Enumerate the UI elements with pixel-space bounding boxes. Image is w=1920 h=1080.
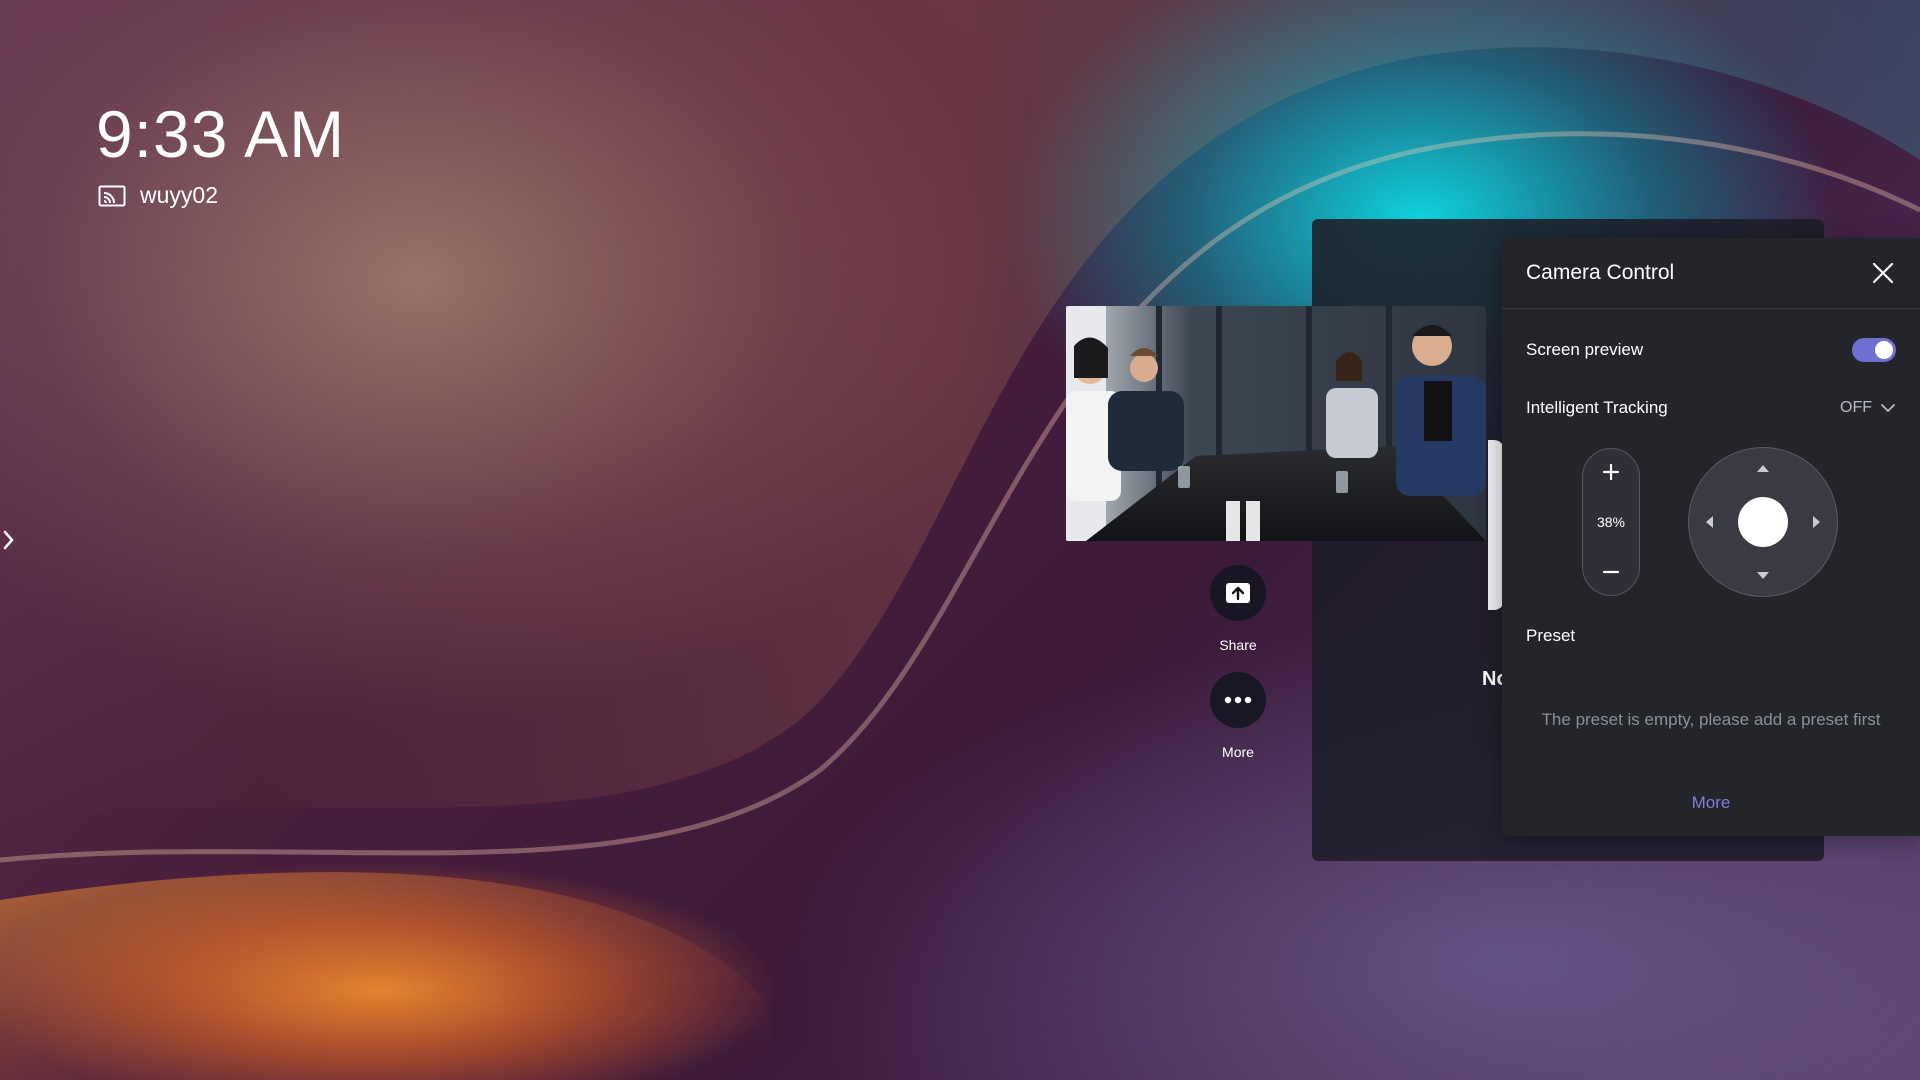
camera-control-panel: Camera Control Screen preview Intelligen… (1502, 238, 1920, 836)
device-info: wuyy02 (98, 182, 218, 209)
zoom-out-button[interactable] (1596, 557, 1626, 587)
plus-icon (1602, 463, 1620, 481)
clock-time: 9:33 AM (96, 97, 346, 171)
tracking-value: OFF (1840, 399, 1872, 416)
zoom-in-button[interactable] (1596, 457, 1626, 487)
pan-left-arrow-icon[interactable] (1701, 514, 1717, 530)
camera-control-header: Camera Control (1502, 238, 1920, 309)
more-button[interactable] (1210, 672, 1266, 728)
camera-control-title: Camera Control (1526, 261, 1675, 284)
desktop-screen: 9:33 AM wuyy02 No Share More Camera Cont… (0, 0, 1920, 1080)
chevron-down-icon (1881, 404, 1895, 413)
share-label: Share (1219, 637, 1257, 653)
more-action[interactable]: More (1178, 672, 1298, 760)
more-link[interactable]: More (1502, 793, 1920, 813)
zoom-value: 38% (1596, 514, 1626, 530)
more-label: More (1222, 744, 1254, 760)
intelligent-tracking-dropdown[interactable]: OFF (1840, 399, 1896, 417)
chevron-right-icon (3, 530, 14, 550)
pan-down-arrow-icon[interactable] (1755, 568, 1771, 584)
intelligent-tracking-row: Intelligent Tracking OFF (1526, 398, 1896, 418)
share-action[interactable]: Share (1178, 565, 1298, 653)
screen-preview-row: Screen preview (1526, 338, 1896, 362)
screen-preview-label: Screen preview (1526, 340, 1644, 359)
close-icon[interactable] (1870, 260, 1896, 286)
share-upload-icon (1226, 583, 1250, 603)
dpad-center-button[interactable] (1738, 497, 1788, 547)
zoom-control: 38% (1582, 448, 1640, 596)
minus-icon (1602, 570, 1620, 574)
pan-right-arrow-icon[interactable] (1809, 514, 1825, 530)
sidebar-expand-handle[interactable] (0, 505, 24, 575)
device-name: wuyy02 (140, 182, 218, 208)
pan-tilt-dpad (1688, 447, 1838, 597)
pan-up-arrow-icon[interactable] (1755, 460, 1771, 476)
preset-label: Preset (1526, 626, 1576, 645)
meeting-room-image (1066, 306, 1486, 541)
share-button[interactable] (1210, 565, 1266, 621)
preset-empty-message: The preset is empty, please add a preset… (1541, 710, 1881, 729)
toggle-knob (1875, 341, 1893, 359)
intelligent-tracking-label: Intelligent Tracking (1526, 398, 1668, 417)
screen-cast-icon (98, 185, 126, 206)
screen-preview-toggle[interactable] (1852, 338, 1896, 362)
camera-preview (1066, 306, 1486, 541)
more-dots-icon (1224, 696, 1252, 704)
